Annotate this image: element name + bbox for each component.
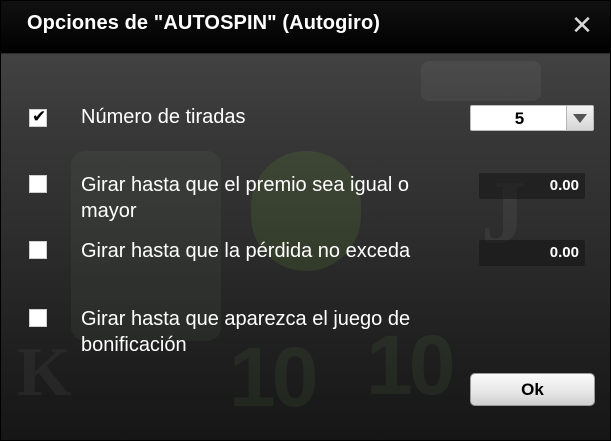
chevron-down-icon[interactable]	[566, 106, 593, 130]
background-art: K	[17, 334, 72, 411]
spins-select[interactable]: 5	[470, 105, 594, 131]
dialog-titlebar: Opciones de "AUTOSPIN" (Autogiro) ✕	[1, 1, 610, 54]
background-art	[421, 61, 541, 101]
autospin-dialog: 10 10 J K Opciones de "AUTOSPIN" (Autogi…	[0, 0, 611, 441]
loss-label: Girar hasta que la pérdida no exceda	[81, 240, 411, 262]
checkmark-icon: ✔	[32, 107, 47, 126]
dialog-title: Opciones de "AUTOSPIN" (Autogiro)	[27, 12, 381, 34]
loss-checkbox[interactable]	[29, 241, 47, 259]
bonus-checkbox[interactable]	[29, 309, 47, 327]
win-checkbox[interactable]	[29, 175, 47, 193]
ok-button[interactable]: Ok	[470, 373, 595, 406]
spins-label: Número de tiradas	[81, 106, 246, 128]
spins-select-value: 5	[514, 109, 525, 128]
spins-checkbox[interactable]: ✔	[29, 107, 47, 127]
bonus-label-line2: bonificación	[81, 334, 187, 356]
close-icon[interactable]: ✕	[568, 10, 596, 40]
bonus-label-line1: Girar hasta que aparezca el juego de	[81, 308, 411, 330]
win-amount-input[interactable]: 0.00	[479, 173, 585, 199]
win-label-line2: mayor	[81, 200, 137, 222]
win-label-line1: Girar hasta que el premio sea igual o	[81, 174, 409, 196]
loss-amount-input[interactable]: 0.00	[479, 240, 585, 266]
background-art: 10	[229, 330, 318, 424]
